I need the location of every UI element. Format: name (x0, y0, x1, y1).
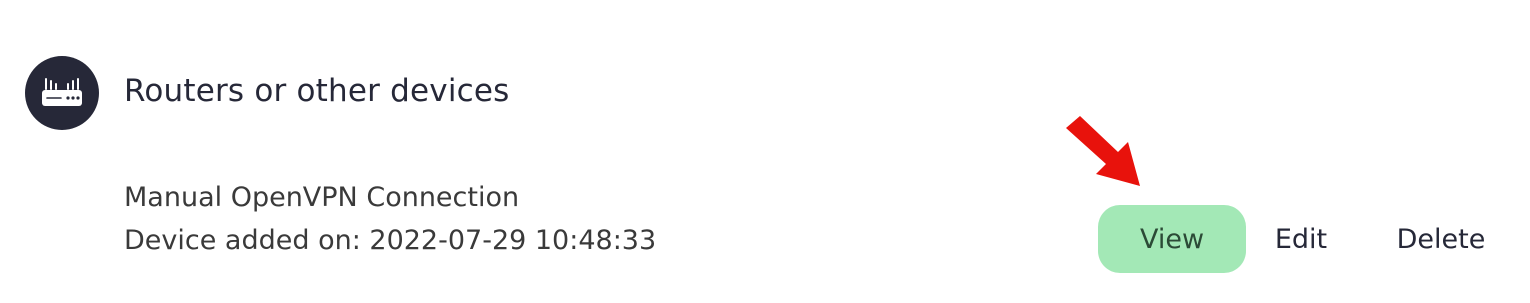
delete-button[interactable]: Delete (1382, 205, 1500, 273)
section-title: Routers or other devices (124, 73, 510, 109)
edit-button[interactable]: Edit (1264, 205, 1338, 273)
view-button[interactable]: View (1098, 205, 1246, 273)
router-icon (25, 56, 99, 130)
device-name: Manual OpenVPN Connection (124, 182, 520, 213)
device-added-date: Device added on: 2022-07-29 10:48:33 (124, 225, 657, 256)
arrow-icon (1066, 116, 1140, 186)
